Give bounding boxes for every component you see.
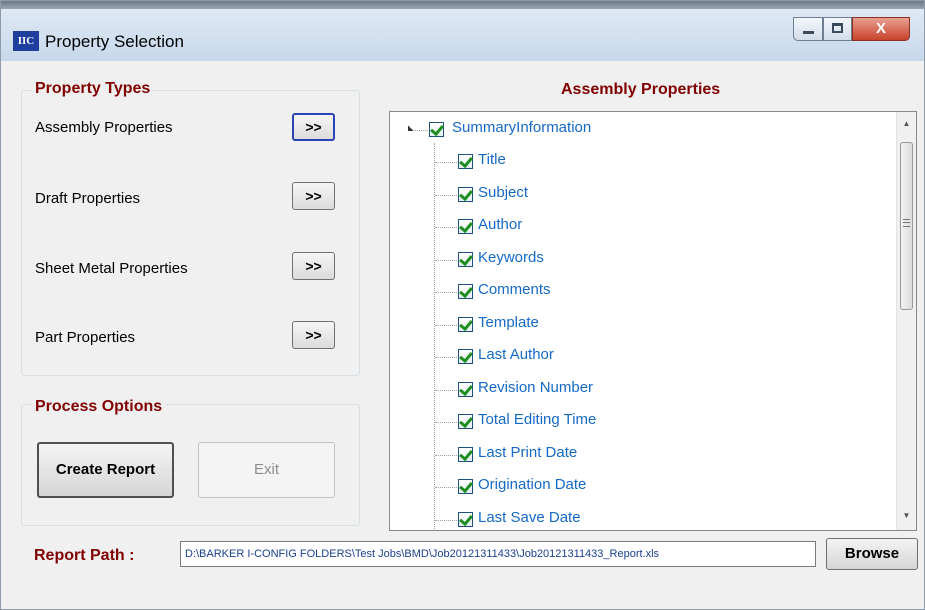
tree-connector xyxy=(415,130,428,131)
scroll-up-icon[interactable]: ▲ xyxy=(897,114,916,134)
window-title: Property Selection xyxy=(45,32,184,51)
summaryinformation-checkbox[interactable] xyxy=(429,122,444,137)
comments-checkbox[interactable] xyxy=(458,284,473,299)
report-path-field[interactable]: D:\BARKER I-CONFIG FOLDERS\Test Jobs\BMD… xyxy=(180,541,816,567)
title-bar[interactable]: IIC Property Selection X xyxy=(1,9,924,61)
tree-connector xyxy=(435,162,457,163)
sheet-metal-properties-button[interactable]: >> xyxy=(292,252,335,280)
tree-item-keywords[interactable]: Keywords xyxy=(390,248,890,274)
minimize-icon xyxy=(803,31,814,34)
process-options-heading: Process Options xyxy=(32,398,166,416)
assembly-properties-button[interactable]: >> xyxy=(292,113,335,141)
tree-item-label: Last Print Date xyxy=(478,444,578,461)
browse-button[interactable]: Browse xyxy=(826,538,918,570)
tree-item-comments[interactable]: Comments xyxy=(390,280,890,306)
part-properties-button[interactable]: >> xyxy=(292,321,335,349)
exit-button[interactable]: Exit xyxy=(198,442,335,498)
scroll-down-icon[interactable]: ▼ xyxy=(897,506,916,526)
tree-connector xyxy=(435,195,457,196)
draft-properties-label: Draft Properties xyxy=(35,190,141,207)
maximize-button[interactable] xyxy=(823,17,852,41)
tree-item-title[interactable]: Title xyxy=(390,150,890,176)
tree-connector xyxy=(435,455,457,456)
tree-connector xyxy=(435,325,457,326)
app-icon: IIC xyxy=(13,31,39,51)
tree-connector xyxy=(435,520,457,521)
template-checkbox[interactable] xyxy=(458,317,473,332)
subject-checkbox[interactable] xyxy=(458,187,473,202)
tree-root-item[interactable]: SummaryInformation xyxy=(390,118,890,144)
tree-connector xyxy=(435,227,457,228)
tree-connector xyxy=(435,357,457,358)
maximize-icon xyxy=(832,23,843,33)
title-checkbox[interactable] xyxy=(458,154,473,169)
tree-item-label: Last Author xyxy=(478,346,554,363)
tree-item-last-author[interactable]: Last Author xyxy=(390,345,890,371)
tree-item-total-editing-time[interactable]: Total Editing Time xyxy=(390,410,890,436)
minimize-button[interactable] xyxy=(793,17,823,41)
tree-item-label: Origination Date xyxy=(478,476,587,493)
tree-item-revision-number[interactable]: Revision Number xyxy=(390,378,890,404)
sheet-metal-properties-label: Sheet Metal Properties xyxy=(35,260,188,277)
tree-connector xyxy=(435,292,457,293)
part-properties-label: Part Properties xyxy=(35,329,136,346)
collapse-arrow-icon[interactable] xyxy=(402,125,414,137)
last-print-date-checkbox[interactable] xyxy=(458,447,473,462)
origination-date-checkbox[interactable] xyxy=(458,479,473,494)
tree-item-label: Subject xyxy=(478,184,529,201)
keywords-checkbox[interactable] xyxy=(458,252,473,267)
summaryinformation-label: SummaryInformation xyxy=(452,119,592,136)
draft-properties-button[interactable]: >> xyxy=(292,182,335,210)
tree-item-origination-date[interactable]: Origination Date xyxy=(390,475,890,501)
last-author-checkbox[interactable] xyxy=(458,349,473,364)
close-button[interactable]: X xyxy=(852,17,910,41)
tree-item-label: Total Editing Time xyxy=(478,411,597,428)
tree-item-last-print-date[interactable]: Last Print Date xyxy=(390,443,890,469)
author-checkbox[interactable] xyxy=(458,219,473,234)
tree-connector xyxy=(435,260,457,261)
assembly-properties-heading: Assembly Properties xyxy=(561,81,721,98)
dialog-body: Property Types Assembly Properties >> Dr… xyxy=(1,61,924,609)
tree-item-label: Template xyxy=(478,314,539,331)
window-top-strip xyxy=(1,1,924,9)
property-selection-window: IIC Property Selection X Property Types … xyxy=(0,0,925,610)
tree-connector xyxy=(435,390,457,391)
properties-tree[interactable]: SummaryInformation Title Subject Author xyxy=(389,111,917,531)
tree-item-label: Author xyxy=(478,216,523,233)
tree-item-last-save-date[interactable]: Last Save Date xyxy=(390,508,890,530)
revision-number-checkbox[interactable] xyxy=(458,382,473,397)
tree-item-label: Revision Number xyxy=(478,379,594,396)
scroll-thumb[interactable] xyxy=(900,142,913,310)
tree-item-label: Title xyxy=(478,151,506,168)
close-icon: X xyxy=(875,20,886,37)
total-editing-time-checkbox[interactable] xyxy=(458,414,473,429)
tree-connector xyxy=(435,487,457,488)
create-report-button[interactable]: Create Report xyxy=(37,442,174,498)
last-save-date-checkbox[interactable] xyxy=(458,512,473,527)
grip-icon xyxy=(903,219,910,227)
tree-connector xyxy=(435,422,457,423)
report-path-label: Report Path : xyxy=(34,547,135,564)
tree-item-label: Last Save Date xyxy=(478,509,581,526)
tree-item-template[interactable]: Template xyxy=(390,313,890,339)
tree-item-subject[interactable]: Subject xyxy=(390,183,890,209)
tree-item-label: Keywords xyxy=(478,249,544,266)
assembly-properties-label: Assembly Properties xyxy=(35,119,173,136)
vertical-scrollbar[interactable]: ▲ ▼ xyxy=(896,112,916,530)
tree-item-author[interactable]: Author xyxy=(390,215,890,241)
property-types-heading: Property Types xyxy=(32,80,154,98)
tree-item-label: Comments xyxy=(478,281,551,298)
